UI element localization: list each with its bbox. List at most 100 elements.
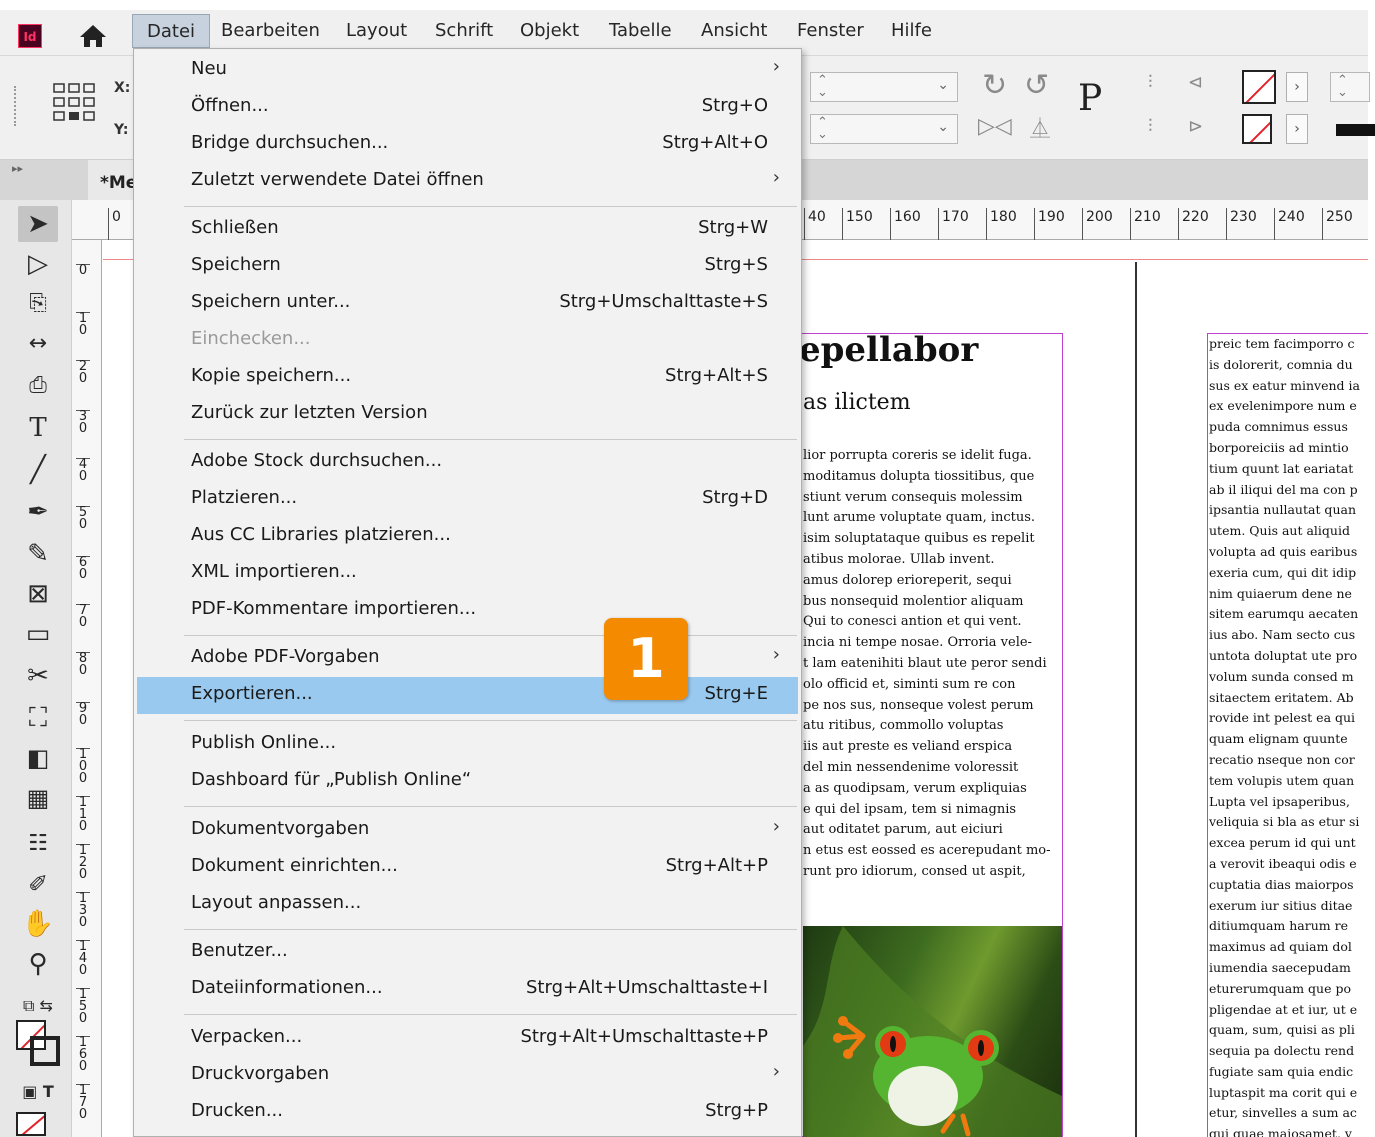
stroke-weight-field[interactable]: ⌃ ⌄ ⌄ <box>810 72 958 102</box>
menu-item-druckvorgaben[interactable]: Druckvorgaben › <box>137 1057 798 1094</box>
menu-item-adobe-stock[interactable]: Adobe Stock durchsuchen... <box>137 444 798 481</box>
menu-item-dokument-einrichten[interactable]: Dokument einrichten... Strg+Alt+P <box>137 849 798 886</box>
ruler-tick: 220 <box>1178 208 1209 240</box>
type-tool-icon[interactable]: T <box>18 410 58 446</box>
align-right-icon[interactable]: ⊳ <box>1188 116 1203 137</box>
menu-item-bridge[interactable]: Bridge durchsuchen... Strg+Alt+O <box>137 126 798 163</box>
menu-item-speichern[interactable]: Speichern Strg+S <box>137 248 798 285</box>
menu-item-dashboard[interactable]: Dashboard für „Publish Online“ <box>137 763 798 800</box>
panel-grip[interactable] <box>14 86 18 126</box>
vruler-tick: 0 <box>76 264 90 277</box>
gradient-swatch-tool-icon[interactable]: ◧ <box>18 740 58 776</box>
menu-item-platzieren[interactable]: Platzieren... Strg+D <box>137 481 798 518</box>
vertical-ruler[interactable]: 0 1 0 2 0 3 0 4 0 5 0 6 0 7 0 8 0 9 0 1 … <box>72 240 102 1137</box>
collapse-panel-icon[interactable]: ▸▸ <box>12 162 23 175</box>
menu-item-xml-importieren[interactable]: XML importieren... <box>137 555 798 592</box>
hand-tool-icon[interactable]: ✋ <box>18 906 58 942</box>
selection-tool-icon[interactable]: ➤ <box>18 206 58 242</box>
rotate-ccw-icon[interactable]: ↺ <box>1024 68 1049 103</box>
direct-selection-tool-icon[interactable]: ▷ <box>18 246 58 282</box>
free-transform-tool-icon[interactable]: ⛶ <box>18 700 58 736</box>
menu-item-speichern-unter[interactable]: Speichern unter... Strg+Umschalttaste+S <box>137 285 798 322</box>
home-icon[interactable] <box>78 23 108 49</box>
menu-item-recent[interactable]: Zuletzt verwendete Datei öffnen › <box>137 163 798 200</box>
menu-item-einchecken[interactable]: Einchecken... <box>137 322 798 359</box>
menu-item-schliessen[interactable]: Schließen Strg+W <box>137 211 798 248</box>
menu-item-drucken[interactable]: Drucken... Strg+P <box>137 1094 798 1131</box>
scissors-tool-icon[interactable]: ✂ <box>18 658 58 694</box>
menu-item-pdf-kommentare[interactable]: PDF-Kommentare importieren... <box>137 592 798 629</box>
pencil-tool-icon[interactable]: ✎ <box>18 536 58 572</box>
menu-layout[interactable]: Layout <box>332 14 421 48</box>
align-left-icon[interactable]: ⊲ <box>1188 72 1203 93</box>
menu-item-zurueck[interactable]: Zurück zur letzten Version <box>137 396 798 433</box>
menu-datei[interactable]: Datei <box>132 14 211 48</box>
zoom-tool-icon[interactable]: ⚲ <box>18 946 58 982</box>
note-tool-icon[interactable]: ☷ <box>18 826 58 862</box>
article-heading: epellabor <box>799 330 979 370</box>
gap-tool-icon[interactable]: ↔ <box>18 326 58 362</box>
stroke-none-icon[interactable] <box>1242 114 1272 144</box>
ruler-tick: 40 <box>804 208 826 240</box>
line-tool-icon[interactable]: ╱ <box>18 452 58 488</box>
flip-horizontal-icon[interactable]: ▷◁ <box>978 114 1012 139</box>
reference-point-icon[interactable] <box>50 80 98 128</box>
menu-item-dokumentvorgaben[interactable]: Dokumentvorgaben › <box>137 812 798 849</box>
menu-fenster[interactable]: Fenster <box>783 14 878 48</box>
stroke-swatch-dropdown[interactable]: › <box>1286 114 1308 144</box>
ruler-tick: 180 <box>986 208 1017 240</box>
stroke-color-icon[interactable] <box>30 1036 60 1066</box>
stroke-type-swatch[interactable] <box>1336 124 1375 136</box>
rotate-cw-icon[interactable]: ↻ <box>982 68 1007 103</box>
ruler-tick: 150 <box>842 208 873 240</box>
stroke-field[interactable]: ⌃ ⌄ <box>1330 72 1370 102</box>
menu-item-cc-libraries[interactable]: Aus CC Libraries platzieren... <box>137 518 798 555</box>
rectangle-tool-icon[interactable]: ▭ <box>18 616 58 652</box>
menu-bearbeiten[interactable]: Bearbeiten <box>207 14 334 48</box>
menu-item-neu[interactable]: Neu › <box>137 52 798 89</box>
paragraph-p-icon[interactable]: P <box>1078 78 1102 119</box>
scale-field[interactable]: ⌃ ⌄ ⌄ <box>810 114 958 144</box>
ruler-tick: 0 <box>108 208 121 240</box>
menu-hilfe[interactable]: Hilfe <box>877 14 946 48</box>
article-body-right: preic tem facimporro c is dolorerit, com… <box>1209 336 1360 1137</box>
menu-ansicht[interactable]: Ansicht <box>687 14 781 48</box>
eyedropper-tool-icon[interactable]: ✐ <box>18 866 58 902</box>
menu-objekt[interactable]: Objekt <box>506 14 593 48</box>
fill-none-icon[interactable] <box>1242 70 1276 104</box>
flip-vertical-icon[interactable]: ⏅ <box>1030 112 1050 141</box>
apply-none-icon[interactable] <box>16 1112 46 1136</box>
menu-item-oeffnen[interactable]: Öffnen... Strg+O <box>137 89 798 126</box>
distribute-icon[interactable]: ⫶ <box>1148 72 1153 93</box>
menu-tabelle[interactable]: Tabelle <box>595 14 686 48</box>
content-collector-icon[interactable]: ⎙ <box>18 368 58 404</box>
distribute-v-icon[interactable]: ⫶ <box>1148 116 1153 137</box>
menu-item-benutzer[interactable]: Benutzer... <box>137 934 798 971</box>
formatting-container-icon[interactable]: ▣ T <box>18 1074 58 1110</box>
menu-separator <box>184 1014 797 1015</box>
submenu-arrow-icon: › <box>772 816 780 837</box>
swap-fill-stroke-icon[interactable]: ⧉ ⇆ <box>18 988 58 1024</box>
ruler-tick: 160 <box>890 208 921 240</box>
frog-photo[interactable] <box>803 926 1062 1137</box>
rectangle-frame-tool-icon[interactable]: ⊠ <box>18 576 58 612</box>
menu-item-publish-online[interactable]: Publish Online... <box>137 726 798 763</box>
menu-item-pdf-vorgaben[interactable]: Adobe PDF-Vorgaben › <box>137 640 798 677</box>
gradient-feather-tool-icon[interactable]: ▦ <box>18 780 58 816</box>
menu-item-layout-anpassen[interactable]: Layout anpassen... <box>137 886 798 923</box>
menu-item-kopie-speichern[interactable]: Kopie speichern... Strg+Alt+S <box>137 359 798 396</box>
fill-swatch-dropdown[interactable]: › <box>1286 72 1308 102</box>
menu-item-verpacken[interactable]: Verpacken... Strg+Alt+Umschalttaste+P <box>137 1020 798 1057</box>
vruler-tick: 3 0 <box>76 410 90 435</box>
menu-item-exportieren[interactable]: Exportieren... Strg+E <box>137 677 798 714</box>
menu-item-dateiinformationen[interactable]: Dateiinformationen... Strg+Alt+Umschaltta… <box>137 971 798 1008</box>
vruler-tick: 1 0 0 <box>76 748 90 785</box>
vruler-tick: 1 3 0 <box>76 892 90 929</box>
vruler-tick: 8 0 <box>76 652 90 677</box>
menu-separator <box>184 635 797 636</box>
page-tool-icon[interactable]: ⎘ <box>18 286 58 322</box>
pen-tool-icon[interactable]: ✒ <box>18 494 58 530</box>
vruler-tick: 9 0 <box>76 702 90 727</box>
submenu-arrow-icon: › <box>772 167 780 188</box>
menu-schrift[interactable]: Schrift <box>421 14 507 48</box>
